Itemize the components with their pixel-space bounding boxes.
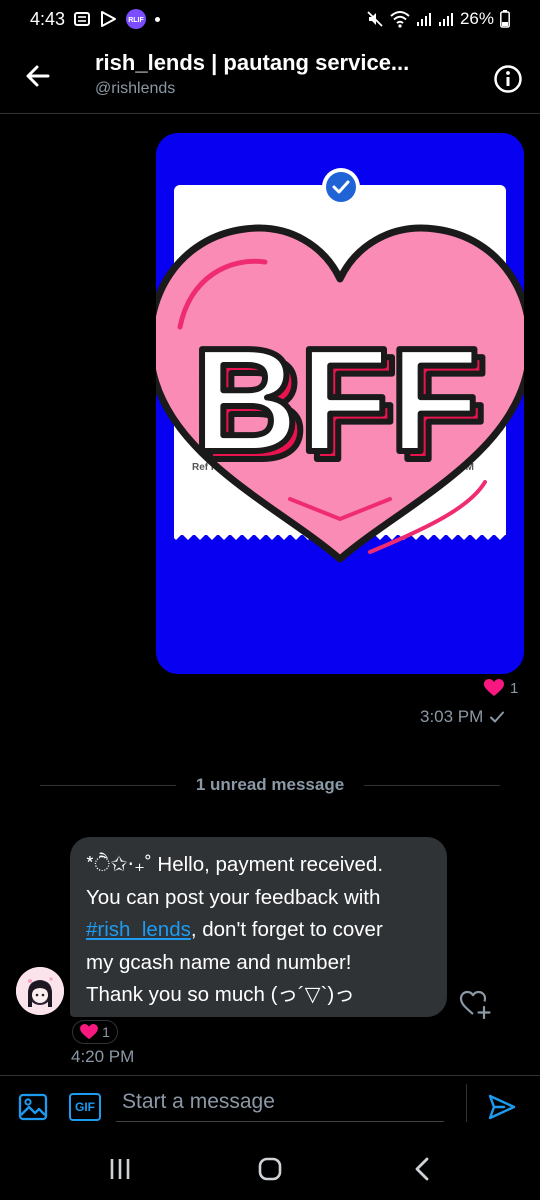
add-reaction-icon[interactable] (458, 987, 492, 1021)
composer-separator (466, 1084, 467, 1122)
app-badge-icon: RLIF (126, 9, 147, 29)
avatar-image (16, 967, 64, 1015)
conversation-handle: @rishlends (95, 80, 176, 97)
bff-heart-sticker: BFF BFF (156, 224, 524, 563)
svg-text:BFF: BFF (192, 318, 480, 483)
back-arrow-icon[interactable] (22, 60, 54, 92)
received-reaction-count: 1 (102, 1024, 110, 1040)
conversation-header: rish_lends | pautang service... @rishlen… (0, 38, 540, 114)
divider-line-left (40, 784, 176, 786)
status-bar: 4:43 RLIF 26% (0, 0, 540, 38)
signal-icon-1 (416, 13, 431, 26)
send-icon[interactable] (486, 1091, 518, 1123)
conversation-title-block[interactable]: rish_lends | pautang service... @rishlen… (95, 50, 475, 98)
divider-line-right (364, 784, 501, 786)
message-line: Thank you so much (っ´▽`)っ (86, 983, 355, 1006)
sent-check-icon (490, 711, 505, 723)
heart-reaction-icon (80, 1024, 98, 1040)
signal-icon-2 (438, 13, 453, 26)
mute-icon (367, 11, 383, 27)
unread-divider-text: 1 unread message (195, 775, 345, 794)
sent-message-meta: 3:03 PM (420, 707, 505, 727)
image-icon[interactable] (18, 1092, 48, 1122)
home-icon[interactable] (252, 1155, 288, 1183)
message-line: You can post your feedback with (86, 885, 381, 909)
check-badge-icon (322, 168, 360, 206)
more-notifications-dot (155, 16, 161, 22)
message-line: #rish_lends, don't forget to cover (86, 914, 431, 947)
sent-message-reaction[interactable]: 1 (484, 679, 518, 697)
gif-button[interactable]: GIF (69, 1093, 101, 1121)
message-line: *ੈ✩‧₊˚ Hello, payment received. (86, 853, 384, 876)
sent-image-message[interactable]: Ref I PM BFF BFF (156, 133, 524, 674)
message-composer: GIF (0, 1075, 540, 1137)
recent-apps-icon[interactable] (102, 1155, 138, 1183)
sent-message-time: 3:03 PM (420, 707, 484, 726)
nav-back-icon[interactable] (405, 1155, 441, 1183)
received-message-time: 4:20 PM (71, 1047, 135, 1066)
message-line: my gcash name and number! (86, 950, 352, 974)
battery-icon (500, 10, 510, 28)
avatar[interactable] (16, 967, 64, 1015)
sent-reaction-count: 1 (510, 679, 519, 697)
wifi-icon (390, 11, 410, 28)
notification-icon (74, 12, 91, 26)
conversation-title: rish_lends | pautang service... (95, 50, 410, 75)
message-text: , don't forget to cover (190, 918, 383, 941)
received-message-reaction[interactable]: 1 (72, 1020, 118, 1044)
status-time: 4:43 (30, 8, 66, 29)
heart-reaction-icon (484, 679, 504, 696)
system-nav-bar (0, 1137, 540, 1200)
hashtag-link[interactable]: #rish_lends (86, 918, 191, 941)
play-store-icon (101, 11, 117, 27)
info-icon[interactable] (493, 64, 523, 94)
unread-divider: 1 unread message (40, 772, 501, 798)
battery-percent: 26% (459, 9, 494, 28)
svg-text:RLIF: RLIF (128, 17, 144, 24)
message-input[interactable] (116, 1082, 444, 1122)
received-message-bubble[interactable]: *ੈ✩‧₊˚ Hello, payment received. You can … (70, 837, 447, 1017)
